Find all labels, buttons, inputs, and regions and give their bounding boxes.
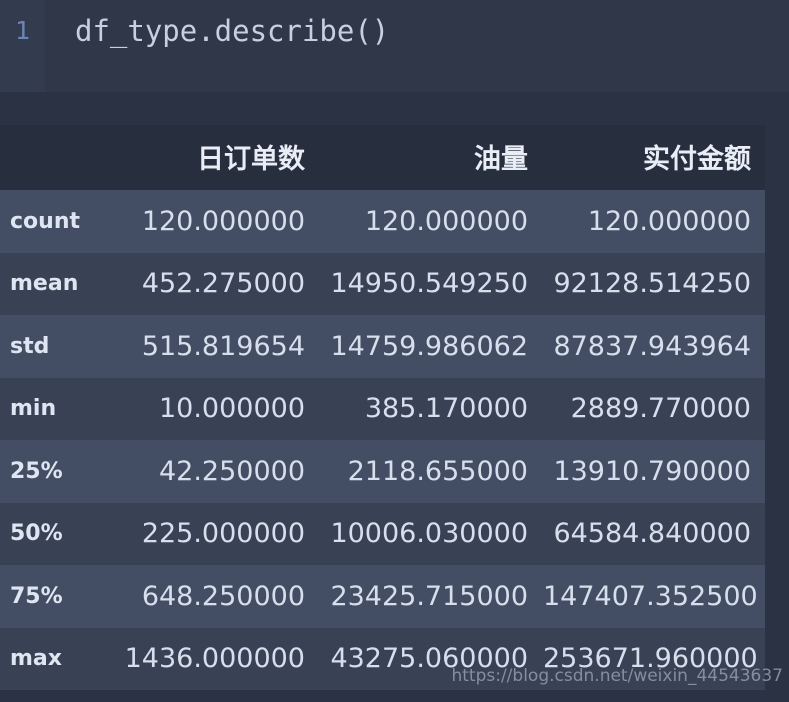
table-row: max 1436.000000 43275.060000 253671.9600…	[0, 627, 765, 690]
row-index-label: count	[0, 190, 96, 253]
table-cell: 120.000000	[96, 190, 319, 253]
row-index-label: max	[0, 627, 96, 690]
header-row: 日订单数 油量 实付金额	[0, 125, 765, 190]
row-index-label: 75%	[0, 565, 96, 628]
table-cell: 23425.715000	[319, 565, 542, 628]
row-index-label: 25%	[0, 440, 96, 503]
table-cell: 10.000000	[96, 377, 319, 440]
table-row: std 515.819654 14759.986062 87837.943964	[0, 315, 765, 378]
row-index-label: 50%	[0, 502, 96, 565]
table-cell: 14759.986062	[319, 315, 542, 378]
dataframe-table: 日订单数 油量 实付金额 count 120.000000 120.000000…	[0, 125, 765, 690]
table-cell: 2889.770000	[542, 377, 765, 440]
table-cell: 385.170000	[319, 377, 542, 440]
table-cell: 92128.514250	[542, 252, 765, 315]
table-row: mean 452.275000 14950.549250 92128.51425…	[0, 252, 765, 315]
table-cell: 120.000000	[319, 190, 542, 253]
table-cell: 42.250000	[96, 440, 319, 503]
output-area: 日订单数 油量 实付金额 count 120.000000 120.000000…	[0, 125, 789, 702]
table-cell: 648.250000	[96, 565, 319, 628]
column-header-0: 日订单数	[96, 125, 319, 190]
table-row: 50% 225.000000 10006.030000 64584.840000	[0, 502, 765, 565]
table-cell: 2118.655000	[319, 440, 542, 503]
table-row: min 10.000000 385.170000 2889.770000	[0, 377, 765, 440]
table-cell: 10006.030000	[319, 502, 542, 565]
table-cell: 87837.943964	[542, 315, 765, 378]
table-row: 75% 648.250000 23425.715000 147407.35250…	[0, 565, 765, 628]
index-column-header	[0, 125, 96, 190]
table-cell: 43275.060000	[319, 627, 542, 690]
table-cell: 452.275000	[96, 252, 319, 315]
code-cell[interactable]: 1 df_type.describe()	[0, 0, 789, 92]
row-index-label: mean	[0, 252, 96, 315]
table-cell: 515.819654	[96, 315, 319, 378]
table-cell: 147407.352500	[542, 565, 765, 628]
table-cell: 253671.960000	[542, 627, 765, 690]
table-body: count 120.000000 120.000000 120.000000 m…	[0, 190, 765, 690]
row-index-label: min	[0, 377, 96, 440]
table-cell: 225.000000	[96, 502, 319, 565]
table-cell: 120.000000	[542, 190, 765, 253]
table-cell: 13910.790000	[542, 440, 765, 503]
table-cell: 14950.549250	[319, 252, 542, 315]
table-row: 25% 42.250000 2118.655000 13910.790000	[0, 440, 765, 503]
row-index-label: std	[0, 315, 96, 378]
code-line[interactable]: df_type.describe()	[75, 14, 789, 48]
line-number-gutter: 1	[0, 0, 45, 92]
table-cell: 64584.840000	[542, 502, 765, 565]
table-cell: 1436.000000	[96, 627, 319, 690]
cell-separator	[0, 92, 789, 125]
column-header-1: 油量	[319, 125, 542, 190]
table-header: 日订单数 油量 实付金额	[0, 125, 765, 190]
line-number: 1	[14, 16, 31, 45]
table-row: count 120.000000 120.000000 120.000000	[0, 190, 765, 253]
column-header-2: 实付金额	[542, 125, 765, 190]
code-editor[interactable]: df_type.describe()	[45, 0, 789, 92]
